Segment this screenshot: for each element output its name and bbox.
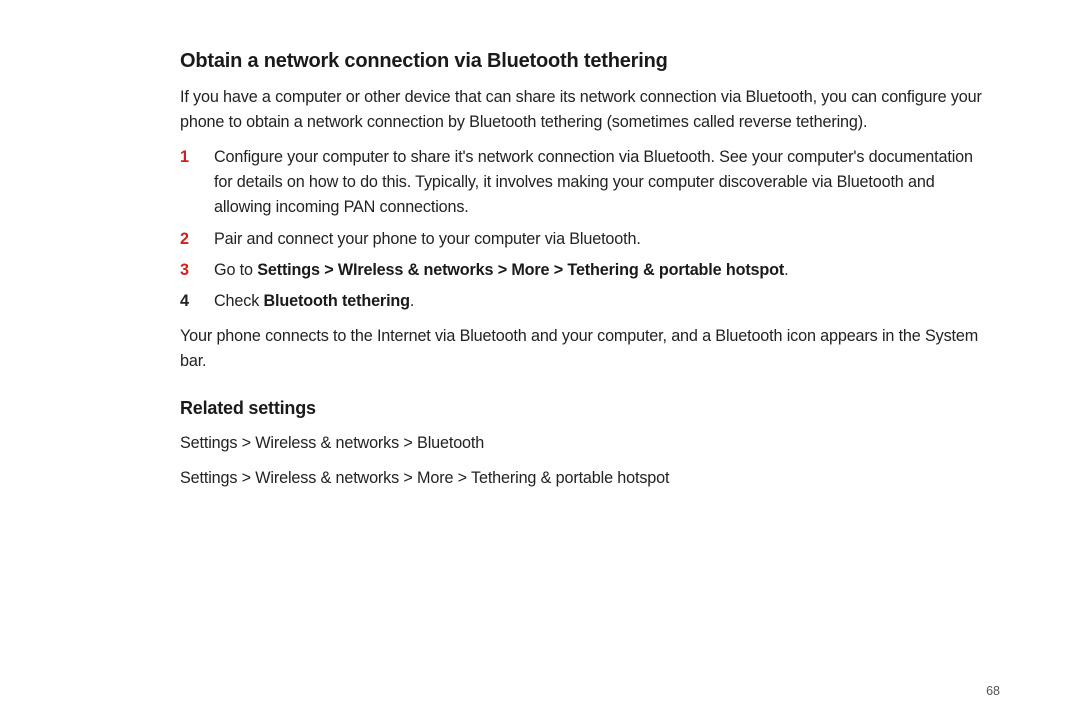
- document-page: Obtain a network connection via Bluetoot…: [0, 0, 1080, 720]
- related-heading: Related settings: [180, 398, 984, 419]
- intro-paragraph: If you have a computer or other device t…: [180, 85, 984, 135]
- step-text: Go to Settings > WIreless & networks > M…: [214, 258, 984, 283]
- step-item: 4 Check Bluetooth tethering.: [180, 289, 984, 314]
- step-bold: Bluetooth tethering: [263, 292, 409, 310]
- step-number: 4: [180, 289, 214, 314]
- step-post: .: [784, 261, 788, 279]
- steps-list: 1 Configure your computer to share it's …: [180, 145, 984, 314]
- step-number: 2: [180, 227, 214, 252]
- step-item: 1 Configure your computer to share it's …: [180, 145, 984, 220]
- related-line: Settings > Wireless & networks > More > …: [180, 466, 984, 491]
- step-text: Check Bluetooth tethering.: [214, 289, 984, 314]
- section-heading: Obtain a network connection via Bluetoot…: [180, 50, 984, 73]
- step-post: .: [410, 292, 414, 310]
- step-item: 3 Go to Settings > WIreless & networks >…: [180, 258, 984, 283]
- step-number: 3: [180, 258, 214, 283]
- outro-paragraph: Your phone connects to the Internet via …: [180, 324, 984, 374]
- step-bold: Settings > WIreless & networks > More > …: [257, 261, 784, 279]
- step-pre: Check: [214, 292, 263, 310]
- step-number: 1: [180, 145, 214, 170]
- step-item: 2 Pair and connect your phone to your co…: [180, 227, 984, 252]
- step-pre: Go to: [214, 261, 257, 279]
- step-text: Configure your computer to share it's ne…: [214, 145, 984, 220]
- page-number: 68: [986, 684, 1000, 698]
- step-text: Pair and connect your phone to your comp…: [214, 227, 984, 252]
- related-line: Settings > Wireless & networks > Bluetoo…: [180, 431, 984, 456]
